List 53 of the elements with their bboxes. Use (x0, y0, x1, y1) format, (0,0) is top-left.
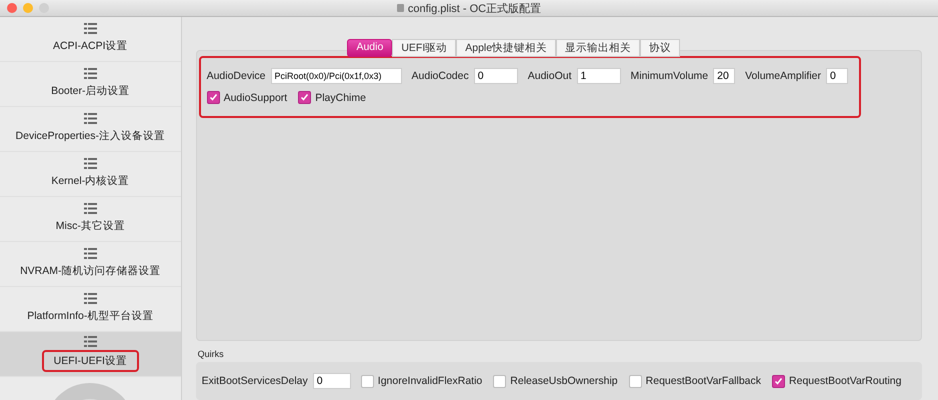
sidebar-item[interactable]: UEFI-UEFI设置 (0, 332, 181, 377)
field-label: AudioDevice (206, 70, 266, 82)
field-label: AudioCodec (412, 70, 469, 82)
field-label: MinimumVolume (630, 70, 708, 82)
input-field[interactable]: 0 (474, 68, 518, 84)
list-icon (84, 248, 97, 259)
checkbox[interactable] (772, 374, 786, 388)
sidebar-item[interactable]: ACPI-ACPI设置 (0, 17, 181, 62)
window-title: config.plist - OC正式版配置 (408, 2, 542, 16)
checkbox-label: AudioSupport (224, 92, 288, 104)
input-field[interactable]: 0 (826, 68, 848, 84)
checkbox[interactable] (628, 374, 642, 388)
checkbox-label: PlayChime (315, 92, 366, 104)
list-icon (84, 293, 97, 304)
sidebar-item[interactable]: DeviceProperties-注入设备设置 (0, 107, 181, 152)
section-title: Quirks (198, 349, 225, 360)
sidebar-item[interactable]: NVRAM-随机访问存储器设置 (0, 242, 181, 287)
field-label: ExitBootServicesDelay (202, 375, 308, 388)
checkbox[interactable] (206, 91, 220, 104)
minimize-button[interactable] (23, 3, 33, 13)
sidebar-item[interactable]: Misc-其它设置 (0, 197, 181, 242)
sidebar-item[interactable]: Kernel-内核设置 (0, 152, 181, 197)
checkbox-label: IgnoreInvalidFlexRatio (378, 375, 482, 388)
checkbox[interactable] (298, 91, 312, 104)
input-field[interactable]: 20 (713, 68, 736, 84)
list-icon (84, 158, 97, 169)
tab[interactable]: Audio (347, 39, 392, 57)
tab[interactable]: 显示输出相关 (556, 39, 640, 57)
checkbox[interactable] (360, 374, 374, 388)
field-label: AudioOut (528, 70, 572, 82)
close-button[interactable] (7, 3, 17, 13)
checkbox-label: RequestBootVarFallback (646, 375, 762, 388)
tab[interactable]: 协议 (640, 39, 680, 57)
document-icon (396, 4, 404, 12)
list-icon (84, 113, 97, 124)
checkmark-icon (208, 93, 218, 102)
checkmark-icon (774, 376, 784, 386)
checkbox-label: ReleaseUsbOwnership (510, 375, 618, 388)
field-label: VolumeAmplifier (745, 70, 821, 82)
zoom-button[interactable] (39, 3, 49, 13)
tab[interactable]: UEFI驱动 (392, 39, 456, 57)
input-field[interactable]: PciRoot(0x0)/Pci(0x1f,0x3) (270, 68, 402, 84)
sidebar-item[interactable]: Booter-启动设置 (0, 62, 181, 107)
tab[interactable]: Apple快捷键相关 (456, 39, 556, 57)
list-icon (84, 203, 97, 214)
checkbox-label: RequestBootVarRouting (789, 375, 902, 388)
list-icon (84, 336, 97, 347)
input-field[interactable]: 1 (576, 68, 621, 84)
list-icon (84, 23, 97, 34)
checkmark-icon (300, 93, 310, 102)
list-icon (84, 68, 97, 79)
checkbox[interactable] (493, 374, 506, 388)
input-field[interactable]: 0 (312, 373, 351, 390)
